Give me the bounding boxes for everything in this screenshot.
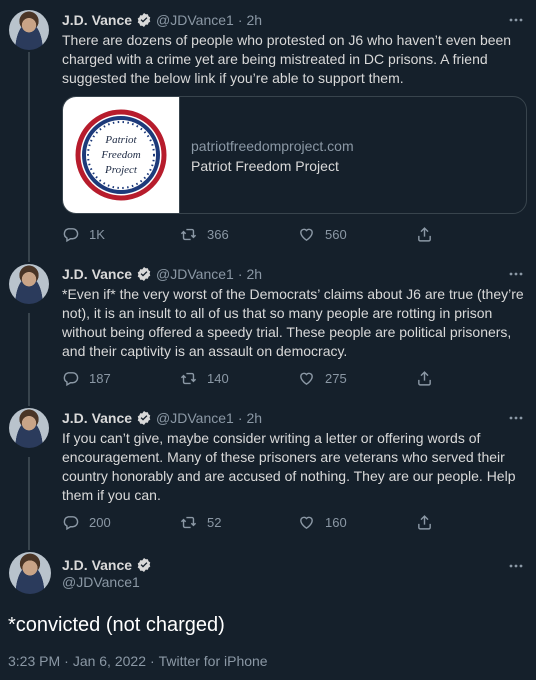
card-logo-line: Freedom <box>100 149 140 161</box>
thread-line <box>28 52 30 262</box>
separator: · <box>237 12 243 28</box>
retweet-count: 52 <box>207 515 222 530</box>
verified-icon <box>136 12 152 28</box>
card-logo-line: Patriot <box>104 134 137 146</box>
reply-icon <box>63 228 79 243</box>
like-button[interactable]: 560 <box>298 226 416 243</box>
share-icon <box>418 227 431 242</box>
retweet-count: 140 <box>207 371 229 386</box>
verified-icon <box>136 557 152 573</box>
more-options-icon[interactable] <box>508 558 524 574</box>
thread-line <box>28 457 30 550</box>
tweet-actions: 200 52 160 <box>62 514 534 531</box>
verified-icon <box>136 266 152 282</box>
avatar[interactable] <box>9 552 51 594</box>
separator: · <box>237 410 243 426</box>
card-logo-line: Project <box>104 164 138 176</box>
retweet-count: 366 <box>207 227 229 242</box>
card-thumbnail: Patriot Freedom Project <box>63 97 180 213</box>
tweet-text: If you can’t give, maybe consider writin… <box>62 430 516 503</box>
reply-button[interactable]: 1K <box>62 226 180 243</box>
reply-count: 200 <box>89 515 111 530</box>
author-name[interactable]: J.D. Vance <box>62 266 132 282</box>
avatar[interactable] <box>9 264 49 304</box>
separator: · <box>64 653 69 669</box>
author-handle[interactable]: @JDVance1 <box>156 266 234 282</box>
like-count: 160 <box>325 515 347 530</box>
retweet-button[interactable]: 366 <box>180 226 298 243</box>
more-options-icon[interactable] <box>508 266 524 282</box>
thread-line <box>28 313 30 406</box>
tweet-header: J.D. Vance <box>62 555 152 575</box>
patriot-freedom-logo-icon: Patriot Freedom Project <box>75 109 167 201</box>
like-count: 275 <box>325 371 347 386</box>
card-domain: patriotfreedomproject.com <box>191 138 354 154</box>
tweet-time[interactable]: 3:23 PM <box>8 653 60 669</box>
retweet-button[interactable]: 52 <box>180 514 298 531</box>
reply-button[interactable]: 187 <box>62 370 180 387</box>
author-handle[interactable]: @JDVance1 <box>156 12 234 28</box>
author-name[interactable]: J.D. Vance <box>62 12 132 28</box>
tweet-header: J.D. Vance @JDVance1 · 2h <box>62 10 262 30</box>
share-button[interactable] <box>416 370 534 387</box>
author-handle[interactable]: @JDVance1 <box>62 574 140 590</box>
avatar[interactable] <box>9 408 49 448</box>
like-count: 560 <box>325 227 347 242</box>
reply-icon <box>63 516 79 531</box>
share-button[interactable] <box>416 226 534 243</box>
reply-count: 1K <box>89 227 105 242</box>
tweet-header: J.D. Vance @JDVance1 · 2h <box>62 264 262 284</box>
avatar[interactable] <box>9 10 49 50</box>
timestamp[interactable]: 2h <box>246 410 262 426</box>
timestamp[interactable]: 2h <box>246 266 262 282</box>
card-title: Patriot Freedom Project <box>191 158 339 174</box>
author-handle[interactable]: @JDVance1 <box>156 410 234 426</box>
heart-icon <box>300 516 313 530</box>
tweet-metadata: 3:23 PM · Jan 6, 2022 · Twitter for iPho… <box>8 653 268 669</box>
share-icon <box>418 515 431 530</box>
retweet-button[interactable]: 140 <box>180 370 298 387</box>
share-icon <box>418 371 431 386</box>
more-options-icon[interactable] <box>508 410 524 426</box>
more-options-icon[interactable] <box>508 12 524 28</box>
tweet-text: *Even if* the very worst of the Democrat… <box>62 286 524 359</box>
separator: · <box>237 266 243 282</box>
tweet-text: There are dozens of people who protested… <box>62 32 512 86</box>
heart-icon <box>300 228 313 242</box>
separator: · <box>149 653 155 669</box>
share-button[interactable] <box>416 514 534 531</box>
tweet-actions: 187 140 275 <box>62 370 534 387</box>
reply-button[interactable]: 200 <box>62 514 180 531</box>
retweet-icon <box>180 372 197 385</box>
retweet-icon <box>180 516 197 529</box>
verified-icon <box>136 410 152 426</box>
author-name[interactable]: J.D. Vance <box>62 557 132 573</box>
tweet-actions: 1K 366 560 <box>62 226 534 243</box>
tweet-header: J.D. Vance @JDVance1 · 2h <box>62 408 262 428</box>
reply-icon <box>63 372 79 387</box>
author-name[interactable]: J.D. Vance <box>62 410 132 426</box>
heart-icon <box>300 372 313 386</box>
like-button[interactable]: 275 <box>298 370 416 387</box>
main-tweet-text: *convicted (not charged) <box>8 614 225 636</box>
timestamp[interactable]: 2h <box>246 12 262 28</box>
tweet-date[interactable]: Jan 6, 2022 <box>73 653 146 669</box>
retweet-icon <box>180 228 197 241</box>
reply-count: 187 <box>89 371 111 386</box>
like-button[interactable]: 160 <box>298 514 416 531</box>
tweet-source[interactable]: Twitter for iPhone <box>159 653 268 669</box>
link-card[interactable]: Patriot Freedom Project patriotfreedompr… <box>62 96 527 214</box>
